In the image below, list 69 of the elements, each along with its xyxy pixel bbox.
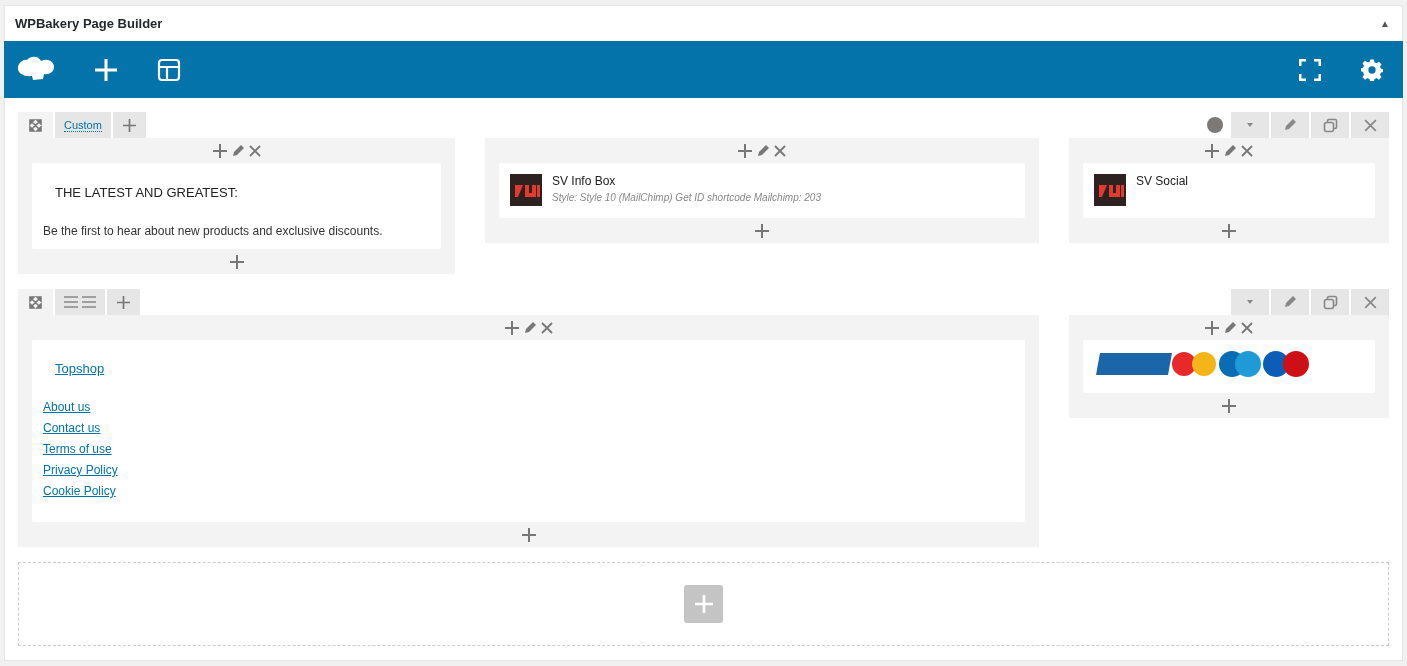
plus-icon[interactable] [503,319,520,336]
settings-icon[interactable] [1361,58,1383,81]
pencil-icon[interactable] [230,143,245,158]
close-icon [1362,294,1378,310]
pencil-icon [1283,118,1297,132]
plus-icon[interactable] [737,142,753,159]
menu-link[interactable]: Privacy Policy [43,462,118,478]
copy-icon [1322,117,1338,133]
content-element[interactable]: SV Info Box Style: Style 10 (MailChimp) Get ID shortcode Mailchimp: 203 [499,163,1025,218]
plus-icon [116,294,131,310]
plus-icon[interactable] [1221,222,1237,239]
element-heading: THE LATEST AND GREATEST: [54,184,239,200]
menu-link[interactable]: Cookie Policy [43,483,116,499]
caret-icon [1245,122,1255,128]
plus-icon [693,594,714,614]
plus-icon[interactable] [520,526,537,543]
element-text: Be the first to hear about new products and exclusive discounts. [43,224,384,238]
element-icon [510,174,542,206]
close-icon[interactable] [1240,320,1254,335]
move-handle[interactable] [18,289,53,315]
pencil-icon[interactable] [522,320,537,335]
pencil-icon [1283,295,1297,309]
move-arrows-icon[interactable] [29,295,42,309]
content-element[interactable]: THE LATEST AND GREATEST: Be the first to hear about new products and exclusive discounts. [32,163,441,249]
plus-icon[interactable] [1221,397,1237,414]
column-layout-tab[interactable] [55,289,105,315]
duplicate-row-button[interactable] [1311,289,1349,315]
plus-icon[interactable] [754,222,770,239]
pencil-icon[interactable] [1223,320,1237,335]
delete-row-button[interactable] [1351,112,1389,138]
menu-link[interactable]: About us [43,399,91,415]
edit-row-button[interactable] [1271,112,1309,138]
plus-icon[interactable] [211,142,228,159]
delete-row-button[interactable] [1351,289,1389,315]
plus-icon[interactable] [228,253,245,270]
move-arrows-icon[interactable] [29,118,42,132]
layout-template-icon[interactable] [157,57,181,82]
content-element[interactable]: SV Social [1083,163,1375,218]
close-icon[interactable] [539,320,554,335]
element-title: SV Info Box [552,174,617,188]
edit-row-button[interactable] [1271,289,1309,315]
move-handle[interactable] [18,112,53,138]
menu-title-link[interactable]: Topshop [55,361,105,376]
menu-link[interactable]: Contact us [43,420,101,436]
collapse-toggle[interactable]: ▲ [1380,18,1390,29]
add-column-button[interactable] [107,289,140,315]
content-element[interactable]: Topshop About us Contact us Terms of use Privacy Policy Cookie Policy [32,340,1025,522]
close-icon[interactable] [773,143,787,158]
close-icon[interactable] [247,143,262,158]
close-icon [1362,117,1378,133]
panel-title: WPBakery Page Builder [15,16,163,31]
add-column-button[interactable] [112,112,146,138]
copy-icon [1322,294,1338,310]
caret-icon [1245,299,1255,305]
lines-icon [64,296,96,308]
fullscreen-icon[interactable] [1299,58,1321,81]
plus-icon[interactable] [1204,319,1220,336]
pencil-icon[interactable] [1223,143,1237,158]
element-icon [1094,174,1126,206]
element-description: Style: Style 10 (MailChimp) Get ID shortcode Mailchimp: 203 [552,192,821,203]
content-element[interactable] [1083,340,1375,393]
plus-icon [121,117,137,133]
close-icon[interactable] [1240,143,1254,158]
element-title: SV Social [1136,174,1189,188]
column-layout-tab[interactable]: Custom [55,112,111,138]
pencil-icon[interactable] [756,143,770,158]
duplicate-row-button[interactable] [1311,112,1349,138]
plus-icon[interactable] [1204,142,1220,159]
menu-link[interactable]: Terms of use [43,441,112,457]
